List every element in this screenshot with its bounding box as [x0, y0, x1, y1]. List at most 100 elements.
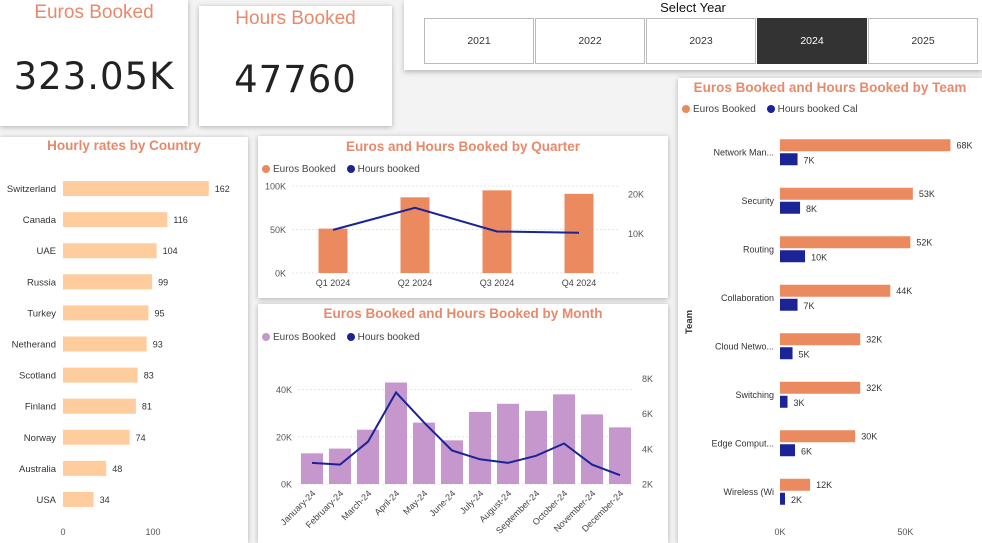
team-hours-label: 7K — [804, 155, 815, 165]
left-axis-tick: 100K — [265, 182, 286, 192]
bar — [553, 394, 575, 484]
country-chart: Switzerland 162 Canada 116 UAE 104 Russia 99 Tur… — [7, 181, 230, 537]
category-label: Q4 2024 — [562, 278, 597, 288]
country-value-label: 104 — [163, 246, 178, 256]
country-label: Russia — [27, 277, 57, 288]
left-axis-tick: 20K — [276, 432, 292, 442]
team-hours-label: 2K — [791, 495, 802, 505]
country-bar — [63, 305, 149, 321]
team-label: Security — [741, 196, 774, 206]
country-value-label: 162 — [215, 184, 230, 194]
category-label: Q3 2024 — [480, 278, 515, 288]
category-label: July-24 — [458, 488, 486, 516]
country-value-label: 81 — [142, 402, 152, 412]
team-hours-bar — [780, 201, 801, 214]
bar — [301, 453, 323, 484]
country-label: Switzerland — [7, 184, 56, 195]
team-hours-bar — [780, 347, 793, 360]
bar — [441, 440, 463, 484]
bar — [357, 429, 379, 484]
bar — [609, 427, 631, 484]
country-bar — [63, 243, 157, 259]
country-label: Finland — [25, 402, 56, 413]
bar — [318, 228, 348, 273]
team-hours-bar — [780, 298, 798, 311]
country-label: Turkey — [27, 308, 56, 319]
country-value-label: 93 — [153, 340, 163, 350]
country-value-label: 83 — [144, 371, 154, 381]
country-chart-card: Hourly rates by Country Switzerland 162 Ca… — [0, 137, 248, 543]
year-slicer: Select Year 2021 2022 2023 2024 2025 — [404, 0, 982, 70]
team-label: Collaboration — [721, 293, 774, 303]
category-label: March-24 — [339, 488, 373, 522]
country-bar — [63, 429, 130, 445]
team-euros-bar — [780, 478, 811, 491]
team-euros-label: 53K — [919, 189, 935, 199]
month-chart-card: Euros Booked and Hours Booked by Month E… — [258, 304, 668, 543]
country-bar — [63, 367, 138, 383]
country-bar — [63, 274, 153, 290]
team-label: Switching — [735, 390, 774, 400]
team-euros-bar — [780, 187, 913, 200]
country-label: Scotland — [19, 371, 56, 382]
year-button-2022[interactable]: 2022 — [535, 18, 645, 64]
country-bar — [63, 398, 136, 414]
right-axis-tick: 2K — [642, 480, 653, 490]
country-bar — [63, 212, 168, 228]
team-label: Routing — [743, 244, 774, 254]
bar — [329, 448, 351, 484]
team-euros-label: 52K — [916, 237, 932, 247]
team-euros-bar — [780, 430, 856, 443]
country-label: USA — [36, 495, 56, 506]
country-value-label: 95 — [155, 308, 165, 318]
right-axis-tick: 8K — [642, 374, 653, 384]
category-label: April-24 — [372, 488, 401, 517]
country-value-label: 48 — [112, 464, 122, 474]
team-euros-bar — [780, 381, 861, 394]
year-button-2021[interactable]: 2021 — [424, 18, 534, 64]
country-bar — [63, 336, 147, 352]
quarter-chart: 0K 50K 100K 10K 20K Q1 2024 Q2 2024 Q3 2024 Q4 2… — [265, 182, 644, 289]
year-slicer-title: Select Year — [660, 0, 726, 15]
country-x-tick: 100 — [145, 527, 160, 537]
year-button-2025[interactable]: 2025 — [868, 18, 978, 64]
team-hours-bar — [780, 250, 806, 263]
country-label: Netherand — [12, 340, 56, 351]
team-x-tick: 0K — [774, 527, 785, 537]
year-button-2024[interactable]: 2024 — [757, 18, 867, 64]
bar — [525, 410, 547, 484]
quarter-chart-card: Euros and Hours Booked by Quarter Euros … — [258, 136, 668, 298]
country-label: UAE — [36, 246, 56, 257]
team-hours-bar — [780, 395, 788, 408]
team-euros-label: 32K — [866, 334, 882, 344]
year-button-2023[interactable]: 2023 — [646, 18, 756, 64]
country-bar — [63, 460, 107, 476]
team-euros-bar — [780, 284, 891, 297]
left-axis-tick: 40K — [276, 385, 292, 395]
bar — [385, 382, 407, 484]
category-label: June-24 — [427, 488, 457, 518]
team-chart-card: Euros Booked and Hours Booked by Team Eu… — [678, 78, 982, 543]
team-hours-label: 6K — [801, 446, 812, 456]
team-euros-label: 32K — [866, 383, 882, 393]
team-hours-bar — [780, 444, 796, 457]
bar — [413, 422, 435, 484]
left-axis-tick: 50K — [270, 225, 286, 235]
left-axis-tick: 0K — [275, 269, 286, 279]
country-value-label: 74 — [136, 433, 146, 443]
month-chart: 0K20K40K2K4K6K8KJanuary-24February-24Mar… — [276, 374, 653, 536]
team-euros-label: 12K — [816, 480, 832, 490]
right-axis-tick: 6K — [642, 409, 653, 419]
team-label: Cloud Netwo... — [715, 341, 774, 351]
euros-kpi-value: 323.05K — [13, 55, 175, 98]
team-euros-bar — [780, 236, 911, 249]
team-euros-bar — [780, 333, 861, 346]
team-euros-label: 68K — [956, 140, 972, 150]
team-hours-label: 10K — [811, 252, 827, 262]
team-chart: Team Network Man... 68K 7K Security 53K 8K Rout… — [684, 139, 972, 537]
hours-kpi-title: Hours Booked — [235, 8, 356, 29]
team-axis-label: Team — [684, 310, 695, 334]
team-euros-label: 30K — [861, 431, 877, 441]
category-label: May-24 — [401, 488, 429, 516]
team-hours-label: 5K — [799, 349, 810, 359]
